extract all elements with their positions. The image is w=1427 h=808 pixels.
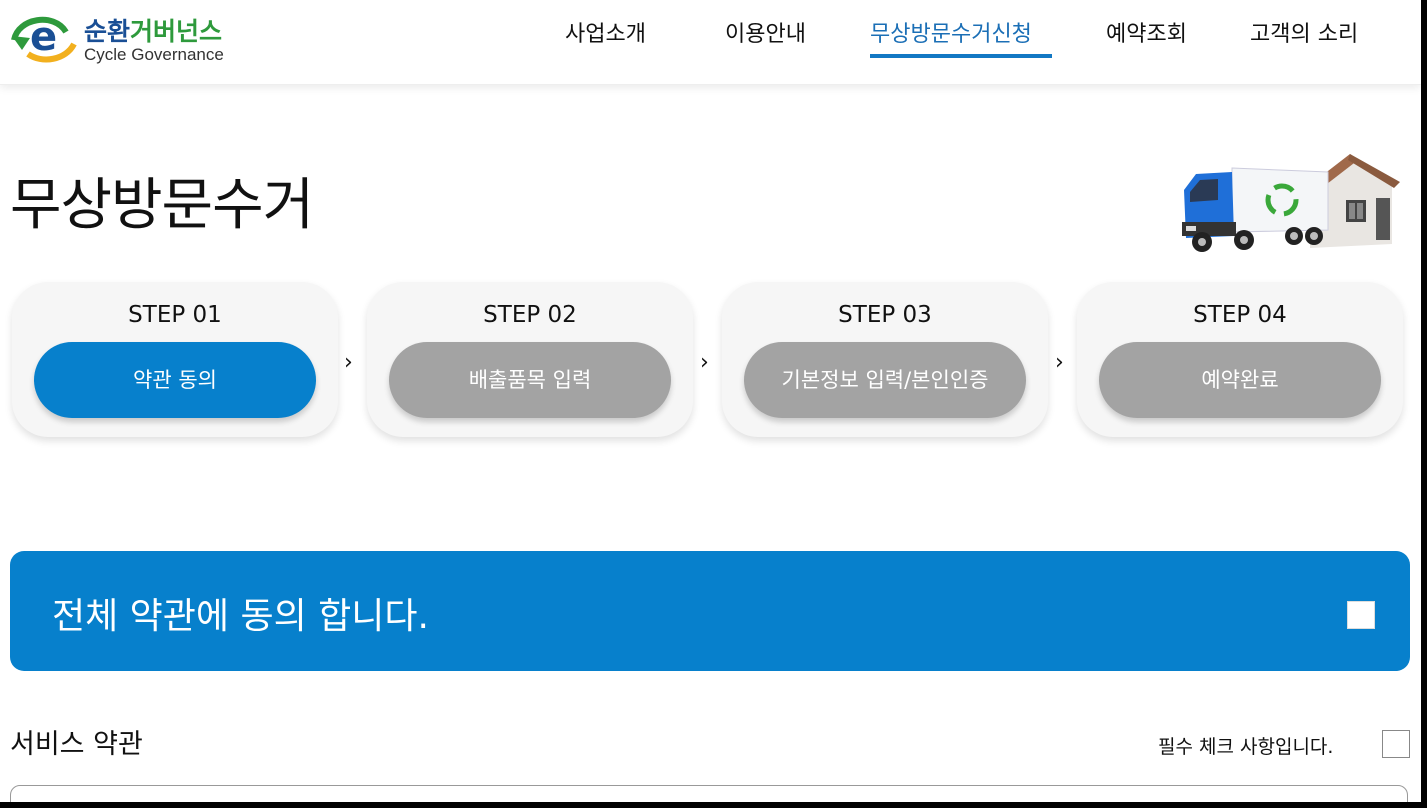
- step-3-card: STEP 03 기본정보 입력/본인인증: [722, 282, 1048, 437]
- truck-house-illustration: [1182, 154, 1400, 252]
- nav-item-customer-voice[interactable]: 고객의 소리: [1250, 16, 1358, 48]
- nav-item-guide[interactable]: 이용안내: [725, 16, 806, 48]
- page: e 순환거버넌스 Cycle Governance 사업소개 이용안내 무상방문…: [0, 0, 1427, 808]
- service-terms-checkbox[interactable]: [1382, 730, 1410, 758]
- step-1-card: STEP 01 약관 동의: [12, 282, 338, 437]
- step-4-label: STEP 04: [1193, 302, 1287, 328]
- step-arrow-icon: ›: [344, 350, 353, 375]
- step-4-complete-button[interactable]: 예약완료: [1099, 342, 1381, 418]
- step-2-label: STEP 02: [483, 302, 577, 328]
- agree-all-text: 전체 약관에 동의 합니다.: [52, 596, 429, 637]
- required-check-text: 필수 체크 사항입니다.: [1158, 736, 1334, 758]
- nav-item-free-pickup[interactable]: 무상방문수거신청: [870, 16, 1032, 48]
- service-terms-content-box[interactable]: [10, 785, 1408, 802]
- service-terms-title: 서비스 약관: [10, 729, 143, 760]
- step-2-card: STEP 02 배출품목 입력: [367, 282, 693, 437]
- step-4-card: STEP 04 예약완료: [1077, 282, 1403, 437]
- step-1-label: STEP 01: [128, 302, 222, 328]
- step-3-info-verify-button[interactable]: 기본정보 입력/본인인증: [744, 342, 1026, 418]
- page-title: 무상방문수거: [10, 173, 314, 238]
- nav-active-underline: [870, 54, 1052, 58]
- nav-item-about[interactable]: 사업소개: [565, 16, 646, 48]
- step-arrow-icon: ›: [700, 350, 709, 375]
- agree-all-checkbox[interactable]: [1347, 601, 1375, 629]
- agree-all-bar[interactable]: 전체 약관에 동의 합니다.: [10, 551, 1410, 671]
- step-1-terms-agree-button[interactable]: 약관 동의: [34, 342, 316, 418]
- step-arrow-icon: ›: [1055, 350, 1064, 375]
- main-nav: 사업소개 이용안내 무상방문수거신청 예약조회 고객의 소리: [0, 16, 1421, 66]
- step-2-items-input-button[interactable]: 배출품목 입력: [389, 342, 671, 418]
- nav-item-reservation-lookup[interactable]: 예약조회: [1106, 16, 1187, 48]
- step-3-label: STEP 03: [838, 302, 932, 328]
- site-header: e 순환거버넌스 Cycle Governance 사업소개 이용안내 무상방문…: [0, 0, 1421, 85]
